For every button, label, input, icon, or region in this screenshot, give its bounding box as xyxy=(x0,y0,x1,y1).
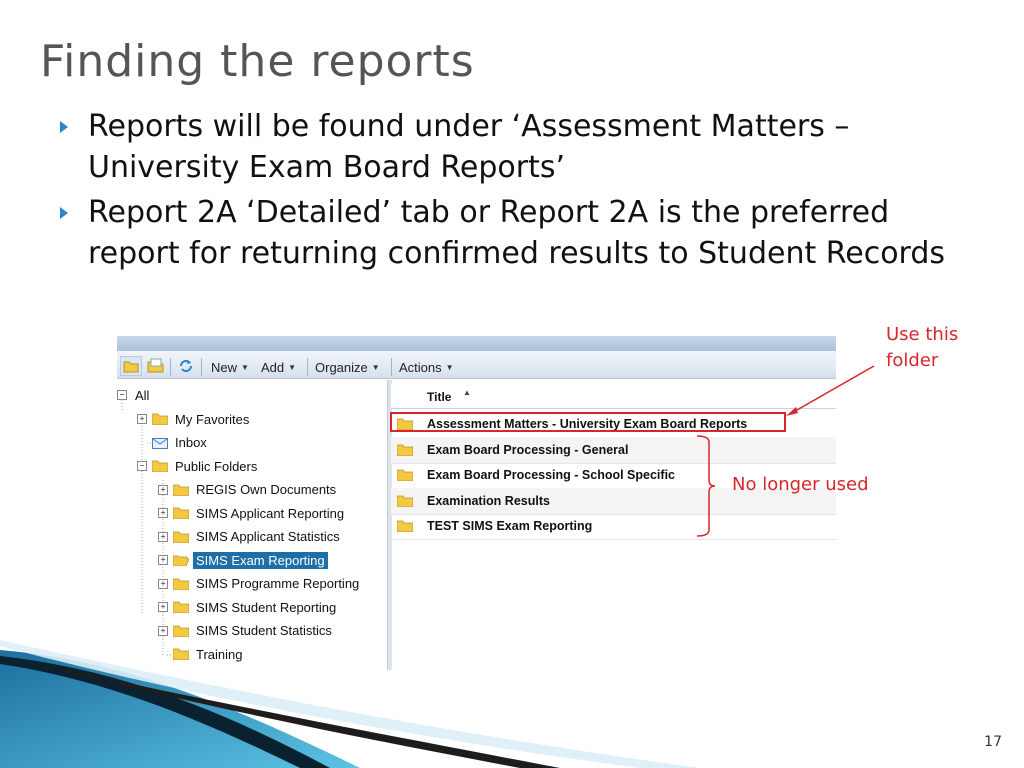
use-folder-note: Use this folder xyxy=(886,322,958,374)
note-line: Use this xyxy=(886,324,959,345)
no-longer-used-note: No longer used xyxy=(732,474,869,495)
pointer-arrow xyxy=(786,365,875,416)
note-line: folder xyxy=(886,350,939,371)
grouping-bracket xyxy=(696,435,716,537)
decorative-swoosh xyxy=(0,640,700,768)
page-number: 17 xyxy=(984,734,1002,750)
